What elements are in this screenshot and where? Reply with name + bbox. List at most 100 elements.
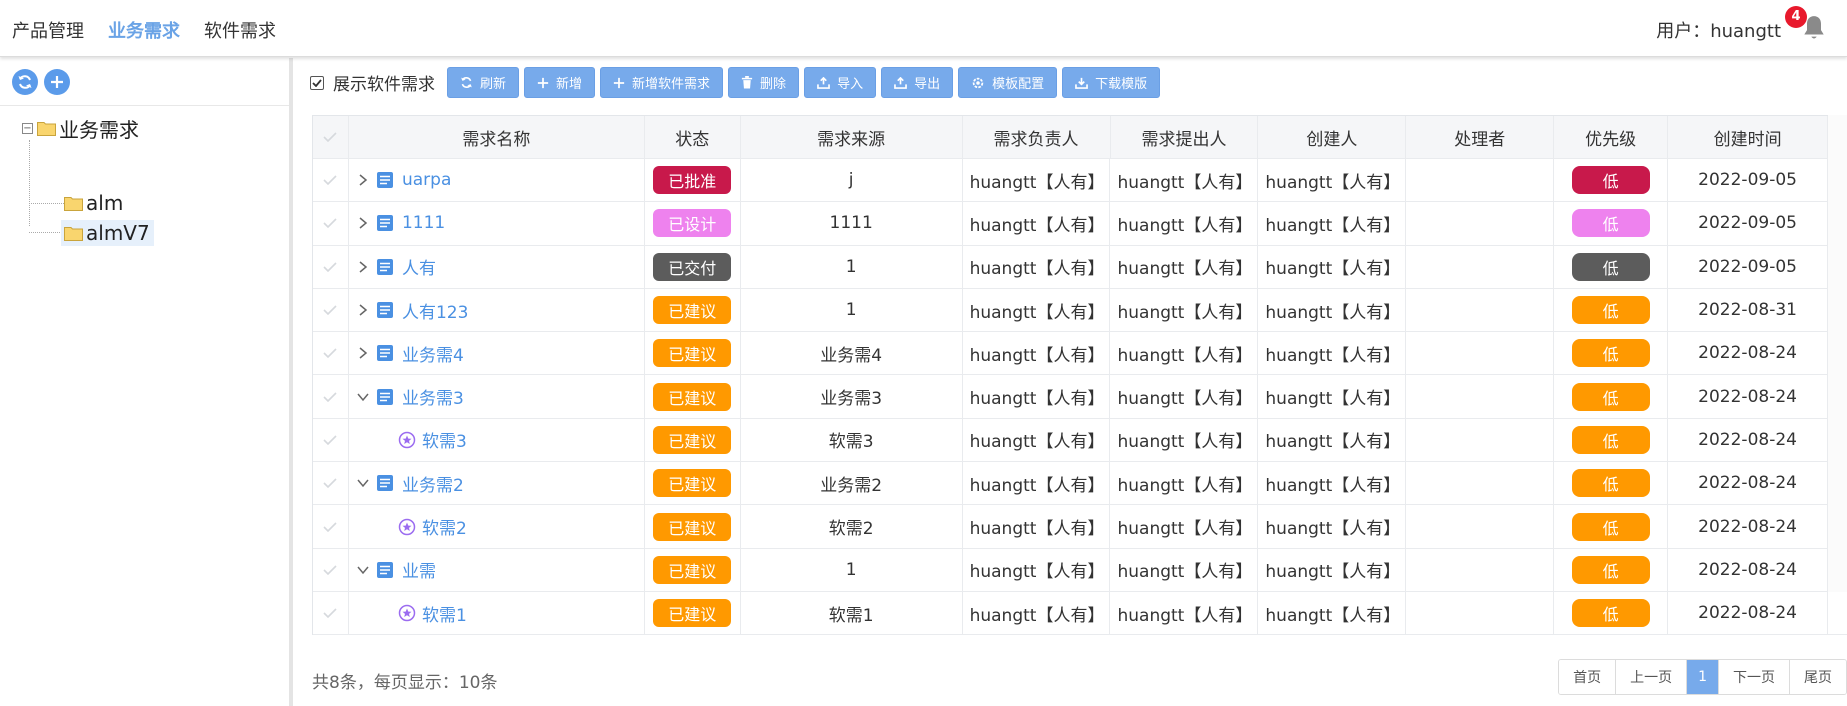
requirement-name-link[interactable]: uarpa — [402, 170, 451, 190]
column-header-name[interactable]: 需求名称 — [349, 116, 645, 158]
pager-first-button[interactable]: 首页 — [1559, 660, 1617, 694]
top-nav: 产品管理 业务需求 软件需求 — [12, 17, 276, 43]
import-button[interactable]: 导入 — [804, 67, 877, 98]
table-row[interactable]: 1111 已设计 1111 huangtt【人有】 huangtt【人有】 huangtt… — [313, 202, 1847, 246]
cell-priority: 低 — [1554, 332, 1669, 375]
column-header-created[interactable]: 创建时间 — [1668, 116, 1829, 158]
tree-node-root[interactable]: − 业务需求 — [22, 115, 139, 142]
requirement-name-link[interactable]: 业需 — [402, 557, 436, 582]
table-row[interactable]: 业务需2 已建议 业务需2 huangtt【人有】 huangtt【人有】 huangtt… — [313, 462, 1847, 506]
requirement-name-link[interactable]: 软需3 — [422, 427, 467, 452]
add-button[interactable]: 新增 — [524, 67, 596, 98]
requirement-name-link[interactable]: 软需2 — [422, 514, 467, 539]
table-row[interactable]: uarpa 已批准 j huangtt【人有】 huangtt【人有】 huangtt【人… — [313, 159, 1847, 203]
cell-status: 已建议 — [645, 418, 741, 462]
table-row[interactable]: 软需2 已建议 软需2 huangtt【人有】 huangtt【人有】 huangtt【人… — [313, 505, 1847, 549]
priority-badge: 低 — [1571, 425, 1650, 454]
status-badge: 已交付 — [653, 252, 732, 281]
delete-button[interactable]: 删除 — [728, 67, 800, 98]
template-config-button[interactable]: 模板配置 — [958, 67, 1058, 98]
priority-badge: 低 — [1571, 252, 1650, 281]
export-button[interactable]: 导出 — [881, 67, 954, 98]
row-checkbox[interactable] — [313, 288, 349, 332]
cell-source: 业务需3 — [741, 375, 963, 418]
row-checkbox[interactable] — [313, 375, 349, 418]
table-row[interactable]: 业需 已建议 1 huangtt【人有】 huangtt【人有】 huangtt【人有】低… — [313, 548, 1847, 592]
chevron-right-icon[interactable] — [356, 303, 370, 317]
cell-owner: huangtt【人有】 — [963, 505, 1111, 548]
tree-node-alm[interactable]: alm — [64, 190, 123, 216]
requirement-name-link[interactable]: 业务需2 — [402, 471, 464, 496]
column-header-proposer[interactable]: 需求提出人 — [1111, 116, 1259, 158]
check-icon — [323, 521, 338, 532]
refresh-button-label: 刷新 — [480, 77, 507, 92]
priority-badge: 低 — [1571, 599, 1650, 628]
column-header-priority[interactable]: 优先级 — [1554, 116, 1669, 158]
requirement-name-link[interactable]: 1111 — [402, 213, 445, 233]
column-header-status[interactable]: 状态 — [645, 116, 741, 158]
refresh-button[interactable]: 刷新 — [447, 67, 520, 98]
row-checkbox[interactable] — [313, 548, 349, 591]
row-checkbox[interactable] — [313, 245, 349, 288]
row-checkbox[interactable] — [313, 332, 349, 375]
table-row[interactable]: 软需3 已建议 软需3 huangtt【人有】 huangtt【人有】 huangtt【人… — [313, 418, 1847, 463]
row-checkbox[interactable] — [313, 159, 349, 202]
pager-last-button[interactable]: 尾页 — [1790, 660, 1846, 694]
cell-source: 业务需4 — [741, 332, 963, 375]
cell-status: 已建议 — [645, 548, 741, 591]
requirement-name-link[interactable]: 人有123 — [402, 298, 468, 323]
table-row[interactable]: 软需1 已建议 软需1 huangtt【人有】 huangtt【人有】 huangtt【人… — [313, 591, 1847, 636]
requirement-name-link[interactable]: 人有 — [402, 254, 436, 279]
row-checkbox[interactable] — [313, 505, 349, 548]
nav-item-product[interactable]: 产品管理 — [12, 17, 84, 43]
pager-next-button[interactable]: 下一页 — [1719, 660, 1790, 694]
table-row[interactable]: 业务需4 已建议 业务需4 huangtt【人有】 huangtt【人有】 huangtt… — [313, 332, 1847, 376]
row-checkbox[interactable] — [313, 202, 349, 245]
requirement-name-link[interactable]: 业务需3 — [402, 384, 464, 409]
priority-badge: 低 — [1571, 296, 1650, 325]
collapse-icon[interactable]: − — [22, 122, 33, 134]
select-all-checkbox[interactable] — [313, 116, 349, 158]
column-header-handler[interactable]: 处理者 — [1406, 116, 1555, 158]
tree-node-label: 业务需求 — [59, 117, 139, 142]
table-header-row: 需求名称 状态 需求来源 需求负责人 需求提出人 创建人 处理者 优先级 创建时… — [313, 116, 1847, 159]
cell-created: 2022-08-24 — [1668, 375, 1829, 418]
chevron-down-icon[interactable] — [356, 563, 370, 577]
pager-prev-button[interactable]: 上一页 — [1616, 660, 1688, 694]
table-row[interactable]: 人有 已交付 1 huangtt【人有】 huangtt【人有】 huangtt【人有】低… — [313, 245, 1847, 289]
row-checkbox[interactable] — [313, 462, 349, 505]
refresh-icon — [18, 75, 32, 89]
row-checkbox[interactable] — [313, 591, 349, 635]
chevron-right-icon[interactable] — [356, 260, 370, 274]
document-icon — [376, 215, 393, 232]
row-checkbox[interactable] — [313, 418, 349, 462]
requirement-name-link[interactable]: 软需1 — [422, 601, 467, 626]
chevron-down-icon[interactable] — [356, 390, 370, 404]
chevron-down-icon[interactable] — [356, 476, 370, 490]
pager-current-page[interactable]: 1 — [1687, 660, 1719, 694]
status-badge: 已建议 — [653, 555, 732, 584]
chevron-right-icon[interactable] — [356, 173, 370, 187]
cell-created: 2022-08-24 — [1668, 462, 1829, 505]
table-row[interactable]: 业务需3 已建议 业务需3 huangtt【人有】 huangtt【人有】 huangtt… — [313, 375, 1847, 419]
table-row[interactable]: 人有123 已建议 1 huangtt【人有】 huangtt【人有】 huangtt【人… — [313, 288, 1847, 333]
cell-name: 人有123 — [349, 288, 645, 332]
column-header-owner[interactable]: 需求负责人 — [963, 116, 1111, 158]
chevron-right-icon[interactable] — [356, 216, 370, 230]
trash-icon — [741, 76, 753, 89]
download-template-button[interactable]: 下载模版 — [1062, 67, 1161, 98]
column-header-creator[interactable]: 创建人 — [1258, 116, 1407, 158]
star-icon — [398, 604, 416, 622]
nav-item-business-req[interactable]: 业务需求 — [108, 17, 180, 43]
tree-connector — [29, 203, 64, 204]
requirement-name-link[interactable]: 业务需4 — [402, 341, 464, 366]
nav-item-software-req[interactable]: 软件需求 — [204, 17, 276, 43]
show-software-checkbox[interactable] — [310, 75, 324, 90]
tree-node-almv7[interactable]: almV7 — [61, 220, 154, 246]
add-software-button[interactable]: 新增软件需求 — [600, 67, 724, 98]
chevron-right-icon[interactable] — [356, 346, 370, 360]
tree-add-button[interactable] — [44, 69, 70, 95]
column-header-source[interactable]: 需求来源 — [741, 116, 963, 158]
table-scrollbar[interactable] — [1828, 115, 1847, 592]
tree-refresh-button[interactable] — [12, 69, 38, 95]
